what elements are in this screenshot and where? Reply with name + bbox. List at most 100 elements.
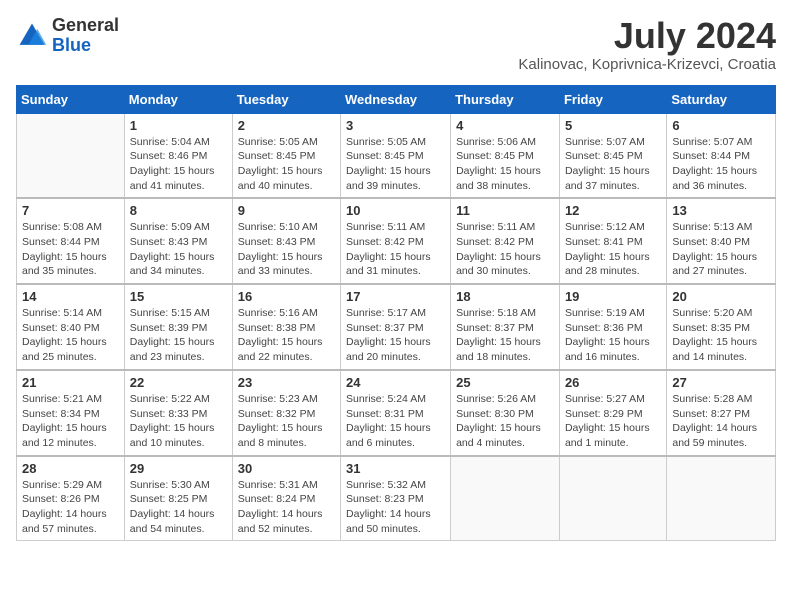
table-row: 13 Sunrise: 5:13 AM Sunset: 8:40 PM Dayli… — [667, 198, 776, 284]
day-number: 12 — [565, 203, 661, 218]
table-row: 18 Sunrise: 5:18 AM Sunset: 8:37 PM Dayli… — [451, 284, 560, 370]
table-row: 8 Sunrise: 5:09 AM Sunset: 8:43 PM Daylig… — [124, 198, 232, 284]
table-row — [451, 456, 560, 541]
day-info: Sunrise: 5:32 AM Sunset: 8:23 PM Dayligh… — [346, 478, 445, 537]
day-info: Sunrise: 5:27 AM Sunset: 8:29 PM Dayligh… — [565, 392, 661, 451]
month-year: July 2024 — [518, 16, 776, 56]
day-info: Sunrise: 5:13 AM Sunset: 8:40 PM Dayligh… — [672, 220, 770, 279]
day-info: Sunrise: 5:24 AM Sunset: 8:31 PM Dayligh… — [346, 392, 445, 451]
day-info: Sunrise: 5:11 AM Sunset: 8:42 PM Dayligh… — [346, 220, 445, 279]
day-info: Sunrise: 5:30 AM Sunset: 8:25 PM Dayligh… — [130, 478, 227, 537]
table-row: 29 Sunrise: 5:30 AM Sunset: 8:25 PM Dayli… — [124, 456, 232, 541]
day-info: Sunrise: 5:07 AM Sunset: 8:44 PM Dayligh… — [672, 135, 770, 194]
table-row: 10 Sunrise: 5:11 AM Sunset: 8:42 PM Dayli… — [341, 198, 451, 284]
day-number: 25 — [456, 375, 554, 390]
day-info: Sunrise: 5:17 AM Sunset: 8:37 PM Dayligh… — [346, 306, 445, 365]
header-thursday: Thursday — [451, 85, 560, 113]
day-number: 28 — [22, 461, 119, 476]
day-number: 5 — [565, 118, 661, 133]
header-friday: Friday — [559, 85, 666, 113]
table-row: 27Sunrise: 5:28 AM Sunset: 8:27 PM Dayli… — [667, 370, 776, 456]
table-row: 14Sunrise: 5:14 AM Sunset: 8:40 PM Dayli… — [17, 284, 125, 370]
day-info: Sunrise: 5:11 AM Sunset: 8:42 PM Dayligh… — [456, 220, 554, 279]
day-info: Sunrise: 5:29 AM Sunset: 8:26 PM Dayligh… — [22, 478, 119, 537]
day-number: 18 — [456, 289, 554, 304]
header-saturday: Saturday — [667, 85, 776, 113]
day-number: 3 — [346, 118, 445, 133]
day-number: 24 — [346, 375, 445, 390]
day-number: 22 — [130, 375, 227, 390]
calendar-week-1: 1 Sunrise: 5:04 AM Sunset: 8:46 PM Daylig… — [17, 113, 776, 198]
day-info: Sunrise: 5:31 AM Sunset: 8:24 PM Dayligh… — [238, 478, 335, 537]
day-number: 6 — [672, 118, 770, 133]
day-info: Sunrise: 5:20 AM Sunset: 8:35 PM Dayligh… — [672, 306, 770, 365]
table-row: 7 Sunrise: 5:08 AM Sunset: 8:44 PM Daylig… — [17, 198, 125, 284]
day-info: Sunrise: 5:05 AM Sunset: 8:45 PM Dayligh… — [238, 135, 335, 194]
header-tuesday: Tuesday — [232, 85, 340, 113]
header-monday: Monday — [124, 85, 232, 113]
day-number: 30 — [238, 461, 335, 476]
calendar-week-2: 7 Sunrise: 5:08 AM Sunset: 8:44 PM Daylig… — [17, 198, 776, 284]
header-wednesday: Wednesday — [341, 85, 451, 113]
logo-icon — [16, 20, 48, 52]
table-row: 23Sunrise: 5:23 AM Sunset: 8:32 PM Dayli… — [232, 370, 340, 456]
day-info: Sunrise: 5:18 AM Sunset: 8:37 PM Dayligh… — [456, 306, 554, 365]
table-row: 15 Sunrise: 5:15 AM Sunset: 8:39 PM Dayli… — [124, 284, 232, 370]
table-row: 19Sunrise: 5:19 AM Sunset: 8:36 PM Dayli… — [559, 284, 666, 370]
table-row: 24 Sunrise: 5:24 AM Sunset: 8:31 PM Dayli… — [341, 370, 451, 456]
day-number: 1 — [130, 118, 227, 133]
table-row: 5 Sunrise: 5:07 AM Sunset: 8:45 PM Daylig… — [559, 113, 666, 198]
day-info: Sunrise: 5:09 AM Sunset: 8:43 PM Dayligh… — [130, 220, 227, 279]
day-number: 29 — [130, 461, 227, 476]
day-number: 15 — [130, 289, 227, 304]
day-number: 31 — [346, 461, 445, 476]
table-row — [667, 456, 776, 541]
table-row: 9Sunrise: 5:10 AM Sunset: 8:43 PM Daylig… — [232, 198, 340, 284]
day-info: Sunrise: 5:08 AM Sunset: 8:44 PM Dayligh… — [22, 220, 119, 279]
table-row — [17, 113, 125, 198]
table-row: 31 Sunrise: 5:32 AM Sunset: 8:23 PM Dayli… — [341, 456, 451, 541]
calendar-table: SundayMondayTuesdayWednesdayThursdayFrid… — [16, 85, 776, 542]
table-row: 22Sunrise: 5:22 AM Sunset: 8:33 PM Dayli… — [124, 370, 232, 456]
day-number: 13 — [672, 203, 770, 218]
day-number: 8 — [130, 203, 227, 218]
day-number: 23 — [238, 375, 335, 390]
day-number: 14 — [22, 289, 119, 304]
logo-general: General — [52, 16, 119, 36]
day-number: 21 — [22, 375, 119, 390]
calendar-week-4: 21Sunrise: 5:21 AM Sunset: 8:34 PM Dayli… — [17, 370, 776, 456]
day-number: 7 — [22, 203, 119, 218]
table-row: 26Sunrise: 5:27 AM Sunset: 8:29 PM Dayli… — [559, 370, 666, 456]
page-header: General Blue July 2024 Kalinovac, Kopriv… — [16, 16, 776, 73]
day-info: Sunrise: 5:12 AM Sunset: 8:41 PM Dayligh… — [565, 220, 661, 279]
table-row: 28 Sunrise: 5:29 AM Sunset: 8:26 PM Dayli… — [17, 456, 125, 541]
table-row: 20Sunrise: 5:20 AM Sunset: 8:35 PM Dayli… — [667, 284, 776, 370]
table-row: 1 Sunrise: 5:04 AM Sunset: 8:46 PM Daylig… — [124, 113, 232, 198]
day-info: Sunrise: 5:06 AM Sunset: 8:45 PM Dayligh… — [456, 135, 554, 194]
day-number: 27 — [672, 375, 770, 390]
day-info: Sunrise: 5:26 AM Sunset: 8:30 PM Dayligh… — [456, 392, 554, 451]
table-row: 3Sunrise: 5:05 AM Sunset: 8:45 PM Daylig… — [341, 113, 451, 198]
logo-blue: Blue — [52, 36, 119, 56]
table-row: 25 Sunrise: 5:26 AM Sunset: 8:30 PM Dayli… — [451, 370, 560, 456]
day-number: 17 — [346, 289, 445, 304]
calendar-header-row: SundayMondayTuesdayWednesdayThursdayFrid… — [17, 85, 776, 113]
day-number: 10 — [346, 203, 445, 218]
day-info: Sunrise: 5:07 AM Sunset: 8:45 PM Dayligh… — [565, 135, 661, 194]
day-info: Sunrise: 5:04 AM Sunset: 8:46 PM Dayligh… — [130, 135, 227, 194]
calendar-week-3: 14Sunrise: 5:14 AM Sunset: 8:40 PM Dayli… — [17, 284, 776, 370]
day-info: Sunrise: 5:15 AM Sunset: 8:39 PM Dayligh… — [130, 306, 227, 365]
table-row: 6 Sunrise: 5:07 AM Sunset: 8:44 PM Daylig… — [667, 113, 776, 198]
table-row: 12 Sunrise: 5:12 AM Sunset: 8:41 PM Dayli… — [559, 198, 666, 284]
table-row: 2Sunrise: 5:05 AM Sunset: 8:45 PM Daylig… — [232, 113, 340, 198]
logo: General Blue — [16, 16, 119, 56]
logo-text: General Blue — [52, 16, 119, 56]
day-info: Sunrise: 5:10 AM Sunset: 8:43 PM Dayligh… — [238, 220, 335, 279]
table-row: 16 Sunrise: 5:16 AM Sunset: 8:38 PM Dayli… — [232, 284, 340, 370]
calendar-week-5: 28 Sunrise: 5:29 AM Sunset: 8:26 PM Dayli… — [17, 456, 776, 541]
day-info: Sunrise: 5:16 AM Sunset: 8:38 PM Dayligh… — [238, 306, 335, 365]
day-number: 4 — [456, 118, 554, 133]
day-number: 16 — [238, 289, 335, 304]
title-block: July 2024 Kalinovac, Koprivnica-Krizevci… — [518, 16, 776, 73]
day-number: 19 — [565, 289, 661, 304]
